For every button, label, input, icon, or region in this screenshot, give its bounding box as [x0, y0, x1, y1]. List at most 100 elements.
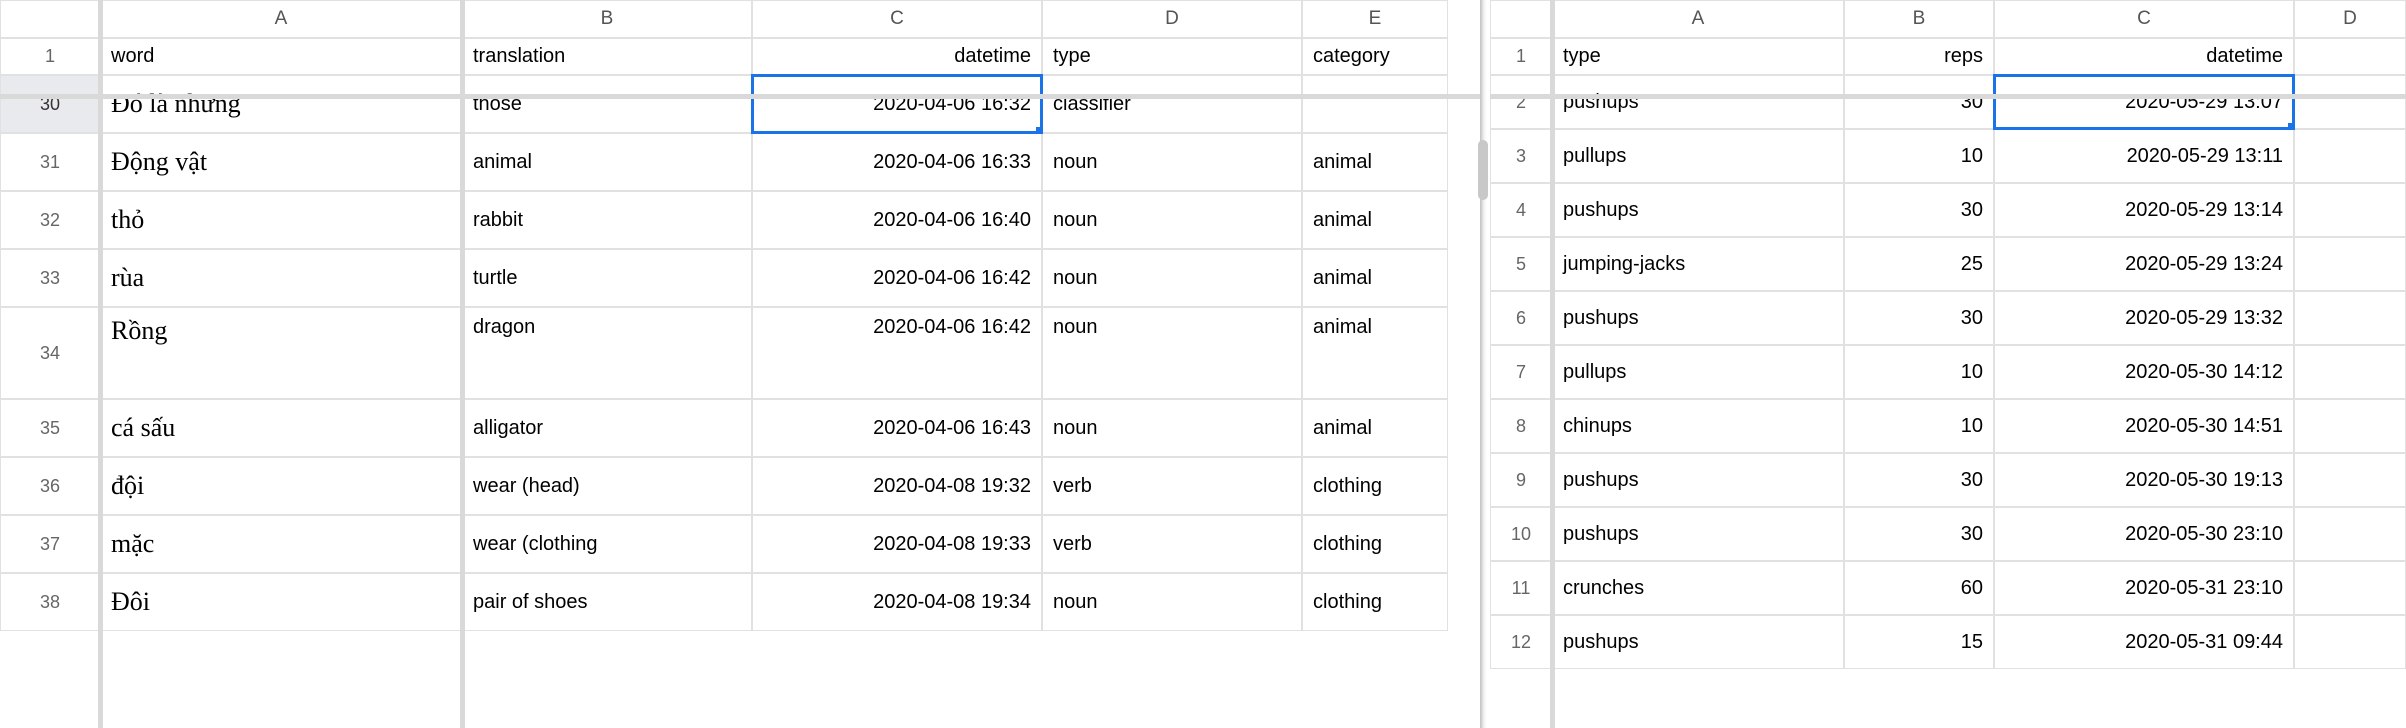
cell-type[interactable]: pullups — [1552, 129, 1844, 183]
cell-empty[interactable] — [2294, 183, 2406, 237]
cell-datetime[interactable]: 2020-05-31 09:44 — [1994, 615, 2294, 669]
cell-datetime[interactable]: 2020-05-31 23:10 — [1994, 561, 2294, 615]
col-header-D[interactable]: D — [1042, 0, 1302, 38]
header-datetime[interactable]: datetime — [1994, 38, 2294, 75]
cell-type[interactable]: pushups — [1552, 615, 1844, 669]
cell-category[interactable]: clothing — [1302, 573, 1448, 631]
cell-datetime[interactable]: 2020-05-29 13:32 — [1994, 291, 2294, 345]
cell-word[interactable]: Động vật — [100, 133, 462, 191]
cell-datetime[interactable]: 2020-04-06 16:43 — [752, 399, 1042, 457]
cell-empty[interactable] — [2294, 237, 2406, 291]
cell-reps[interactable]: 30 — [1844, 75, 1994, 129]
freeze-bar-vertical[interactable] — [1550, 0, 1555, 728]
cell-word[interactable]: thỏ — [100, 191, 462, 249]
cell-translation[interactable]: pair of shoes — [462, 573, 752, 631]
cell-datetime[interactable]: 2020-05-30 14:12 — [1994, 345, 2294, 399]
col-header-B[interactable]: B — [462, 0, 752, 38]
freeze-bar-vertical-2[interactable] — [460, 0, 465, 728]
cell-reps[interactable]: 10 — [1844, 129, 1994, 183]
cell-type[interactable]: pushups — [1552, 75, 1844, 129]
col-header-B[interactable]: B — [1844, 0, 1994, 38]
cell-category[interactable]: clothing — [1302, 457, 1448, 515]
row-header[interactable]: 35 — [0, 399, 100, 457]
cell-datetime[interactable]: 2020-04-06 16:40 — [752, 191, 1042, 249]
cell-empty[interactable] — [2294, 453, 2406, 507]
cell-translation[interactable]: animal — [462, 133, 752, 191]
cell-type[interactable]: jumping-jacks — [1552, 237, 1844, 291]
cell-datetime[interactable]: 2020-04-06 16:32 — [752, 75, 1042, 133]
cell-category[interactable] — [1302, 75, 1448, 133]
cell-reps[interactable]: 25 — [1844, 237, 1994, 291]
row-header[interactable]: 30 — [0, 75, 100, 133]
cell-translation[interactable]: dragon — [462, 307, 752, 399]
row-header[interactable]: 3 — [1490, 129, 1552, 183]
header-word[interactable]: word — [100, 38, 462, 75]
cell-type[interactable]: verb — [1042, 457, 1302, 515]
header-type[interactable]: type — [1042, 38, 1302, 75]
pane-divider[interactable] — [1480, 0, 1490, 728]
cell-datetime[interactable]: 2020-05-29 13:24 — [1994, 237, 2294, 291]
cell-type[interactable]: pushups — [1552, 291, 1844, 345]
cell-type[interactable]: noun — [1042, 249, 1302, 307]
col-header-A[interactable]: A — [1552, 0, 1844, 38]
cell-datetime[interactable]: 2020-05-30 14:51 — [1994, 399, 2294, 453]
cell-datetime[interactable]: 2020-05-30 23:10 — [1994, 507, 2294, 561]
cell-word[interactable]: Rồng — [100, 307, 462, 399]
row-header[interactable]: 37 — [0, 515, 100, 573]
cell-datetime[interactable]: 2020-05-29 13:11 — [1994, 129, 2294, 183]
cell-reps[interactable]: 30 — [1844, 453, 1994, 507]
cell-translation[interactable]: turtle — [462, 249, 752, 307]
col-header-A[interactable]: A — [100, 0, 462, 38]
select-all-corner[interactable] — [0, 0, 100, 38]
cell-type[interactable]: classifier — [1042, 75, 1302, 133]
col-header-C[interactable]: C — [1994, 0, 2294, 38]
cell-translation[interactable]: those — [462, 75, 752, 133]
cell-translation[interactable]: wear (head) — [462, 457, 752, 515]
cell-type[interactable]: verb — [1042, 515, 1302, 573]
cell-datetime[interactable]: 2020-04-08 19:34 — [752, 573, 1042, 631]
cell-type[interactable]: pushups — [1552, 507, 1844, 561]
row-header[interactable]: 10 — [1490, 507, 1552, 561]
scrollbar-thumb[interactable] — [1478, 140, 1488, 200]
cell-category[interactable]: animal — [1302, 191, 1448, 249]
cell-word[interactable]: rùa — [100, 249, 462, 307]
cell-datetime[interactable]: 2020-04-06 16:42 — [752, 249, 1042, 307]
row-header[interactable]: 36 — [0, 457, 100, 515]
row-header[interactable]: 12 — [1490, 615, 1552, 669]
row-header[interactable]: 34 — [0, 307, 100, 399]
cell-reps[interactable]: 15 — [1844, 615, 1994, 669]
cell-type[interactable]: noun — [1042, 191, 1302, 249]
cell-empty[interactable] — [2294, 75, 2406, 129]
cell-empty[interactable] — [2294, 345, 2406, 399]
cell-empty[interactable] — [2294, 615, 2406, 669]
cell-word[interactable]: đội — [100, 457, 462, 515]
row-header[interactable]: 38 — [0, 573, 100, 631]
cell-translation[interactable]: alligator — [462, 399, 752, 457]
cell-category[interactable]: animal — [1302, 399, 1448, 457]
selection-handle[interactable] — [2288, 123, 2294, 129]
row-header[interactable]: 11 — [1490, 561, 1552, 615]
cell-type[interactable]: pullups — [1552, 345, 1844, 399]
col-header-C[interactable]: C — [752, 0, 1042, 38]
cell-type[interactable]: chinups — [1552, 399, 1844, 453]
cell-empty[interactable] — [2294, 561, 2406, 615]
cell-datetime[interactable]: 2020-05-30 19:13 — [1994, 453, 2294, 507]
cell-datetime[interactable]: 2020-05-29 13:07 — [1994, 75, 2294, 129]
cell-category[interactable]: animal — [1302, 249, 1448, 307]
cell-category[interactable]: clothing — [1302, 515, 1448, 573]
select-all-corner[interactable] — [1490, 0, 1552, 38]
cell-empty[interactable] — [2294, 507, 2406, 561]
cell-word[interactable]: Đôi — [100, 573, 462, 631]
header-reps[interactable]: reps — [1844, 38, 1994, 75]
cell-datetime[interactable]: 2020-04-06 16:42 — [752, 307, 1042, 399]
cell-empty[interactable] — [2294, 399, 2406, 453]
cell-reps[interactable]: 60 — [1844, 561, 1994, 615]
col-header-D[interactable]: D — [2294, 0, 2406, 38]
cell-reps[interactable]: 30 — [1844, 507, 1994, 561]
cell-word[interactable]: Đó là những — [100, 75, 462, 133]
header-category[interactable]: category — [1302, 38, 1448, 75]
cell-reps[interactable]: 30 — [1844, 183, 1994, 237]
cell-datetime[interactable]: 2020-04-06 16:33 — [752, 133, 1042, 191]
cell-type[interactable]: crunches — [1552, 561, 1844, 615]
cell-type[interactable]: noun — [1042, 307, 1302, 399]
